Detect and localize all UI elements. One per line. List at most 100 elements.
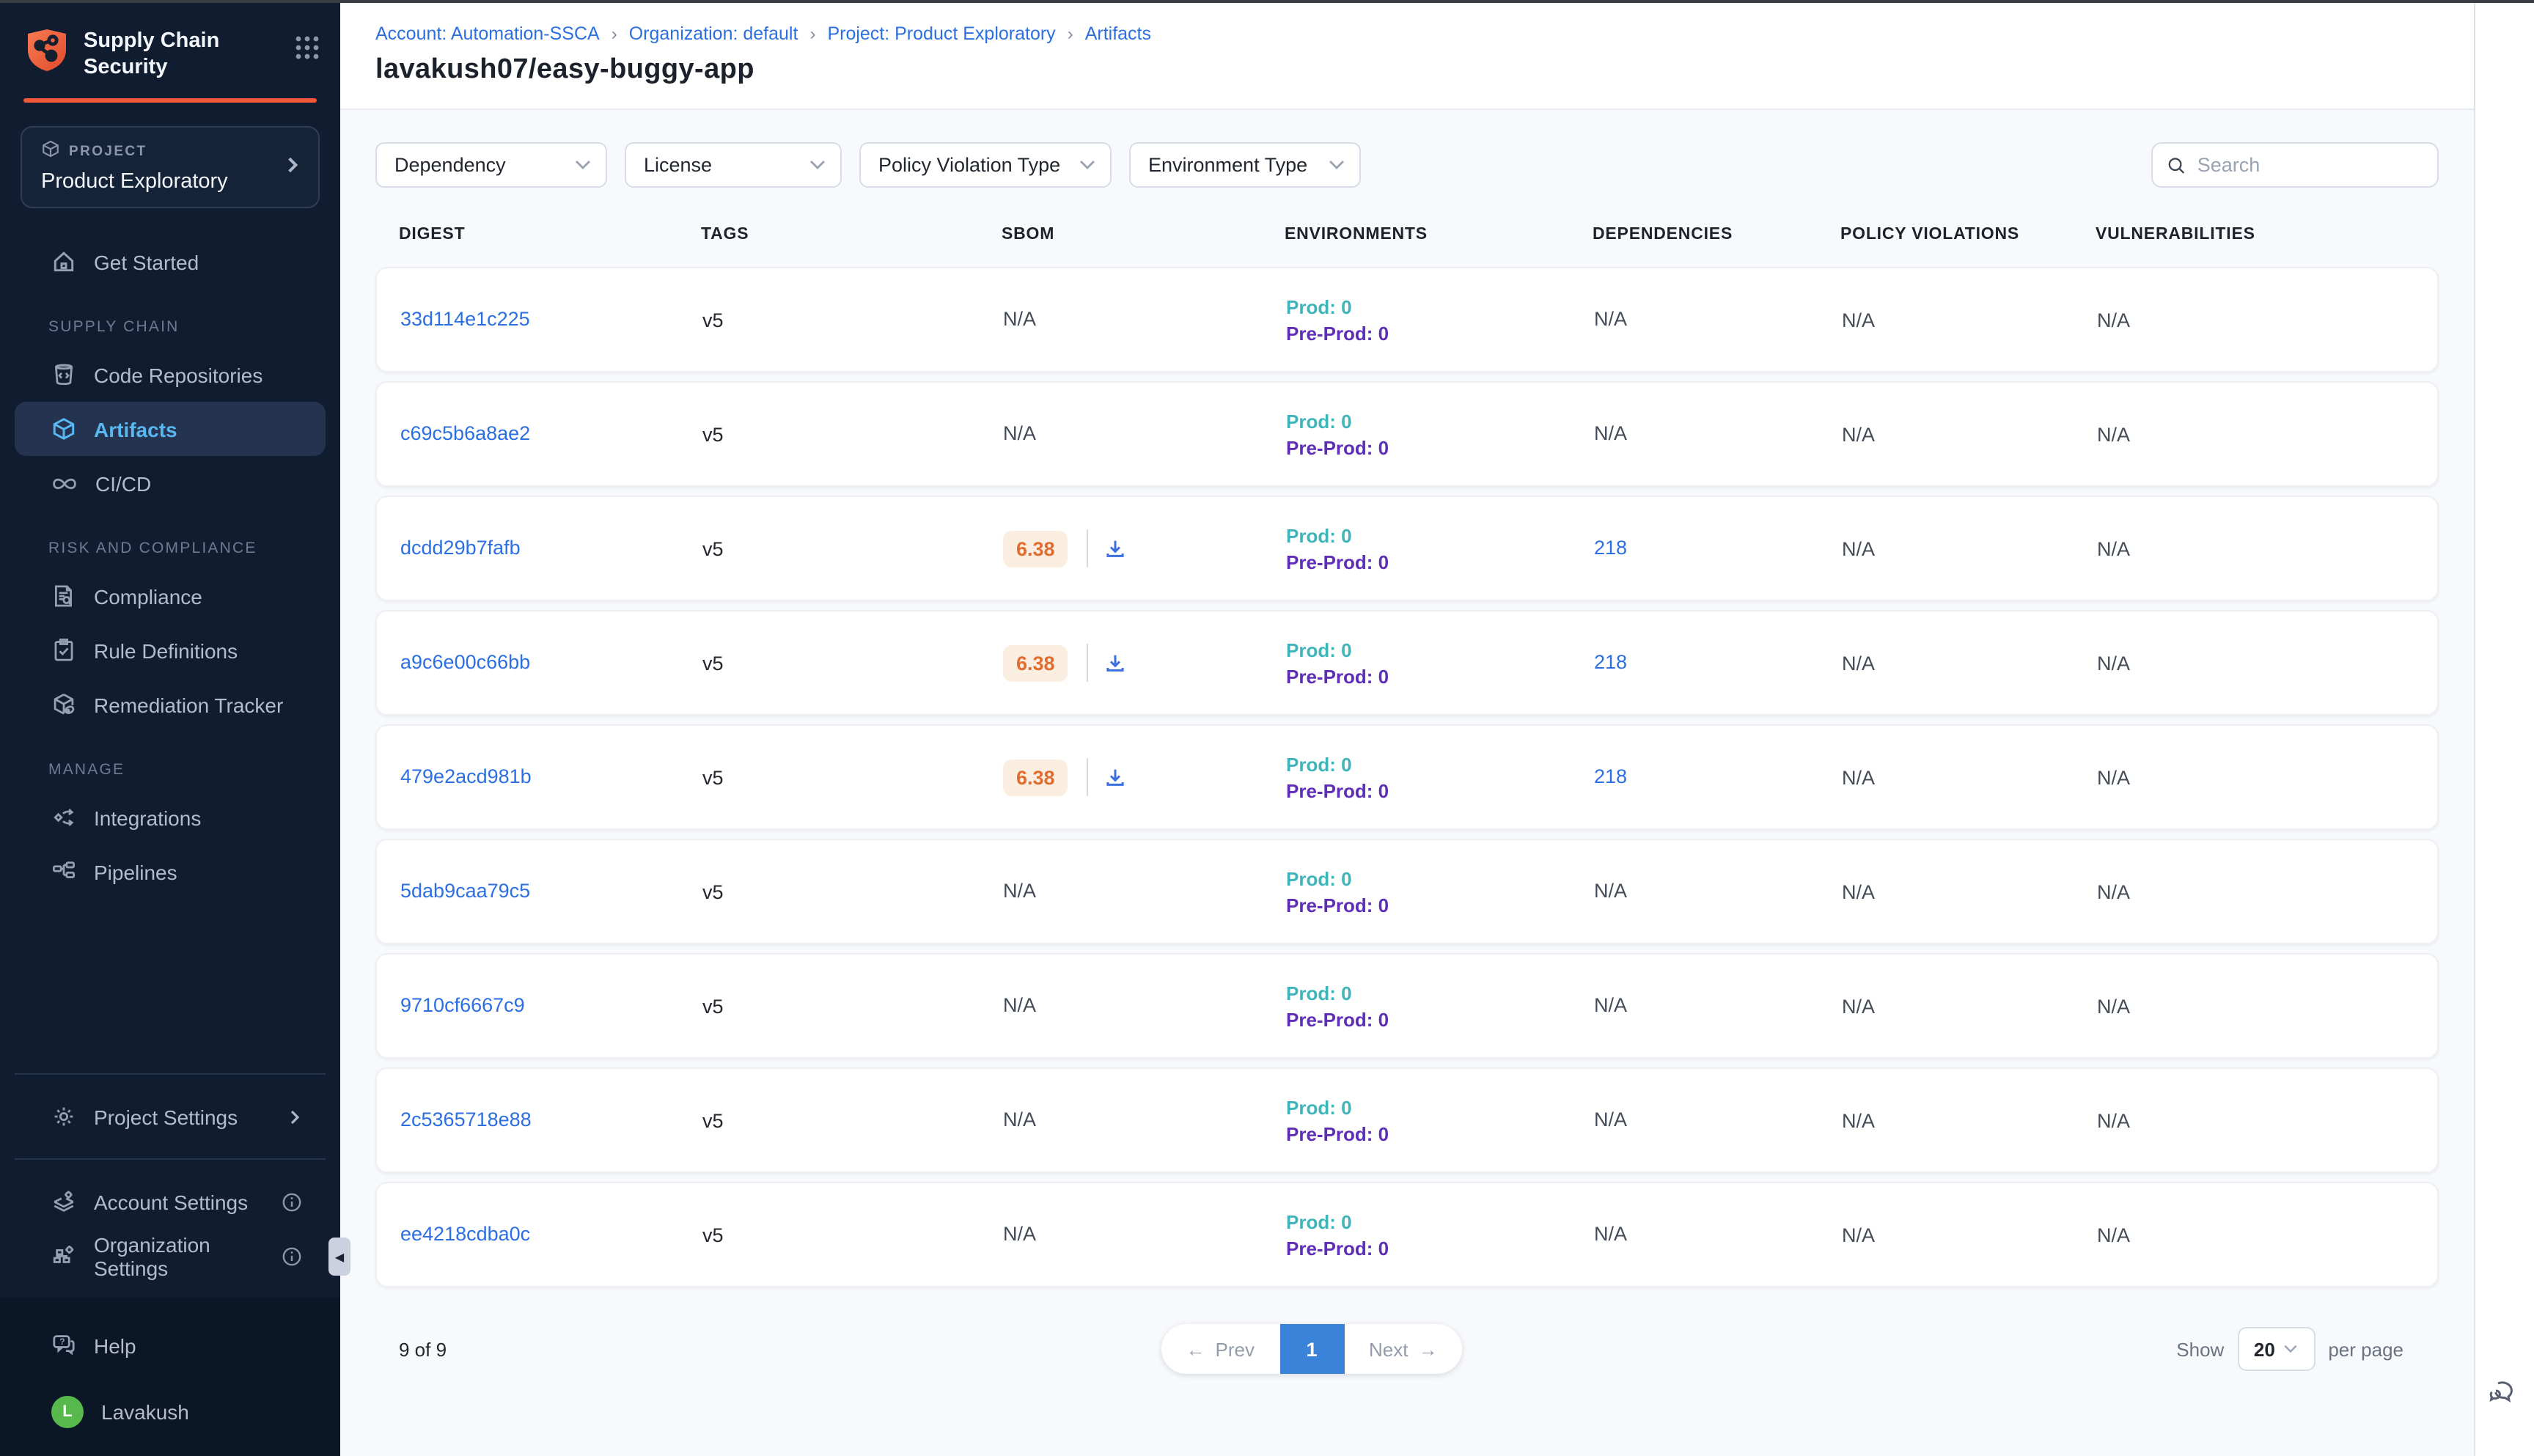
vulnerabilities-na: N/A [2097, 766, 2414, 788]
breadcrumb-project[interactable]: Project: Product Exploratory [827, 23, 1055, 44]
sidebar-item-integrations[interactable]: Integrations [15, 791, 326, 845]
info-icon[interactable] [282, 1246, 302, 1266]
layers-gear-icon [51, 1189, 76, 1214]
page-1-button[interactable]: 1 [1279, 1324, 1344, 1374]
env-preprod: Pre-Prod: 0 [1286, 894, 1594, 916]
sbom-download-icon[interactable] [1105, 537, 1127, 559]
environments-cell: Prod: 0Pre-Prod: 0 [1286, 524, 1594, 573]
page-size-control: Show 20 per page [1462, 1327, 2439, 1371]
environments-cell: Prod: 0Pre-Prod: 0 [1286, 1210, 1594, 1259]
environment-type-filter-dropdown[interactable]: Environment Type [1129, 142, 1361, 188]
digest-link[interactable]: 479e2acd981b [400, 765, 532, 787]
project-selector[interactable]: PROJECT Product Exploratory [21, 127, 320, 209]
digest-link[interactable]: 33d114e1c225 [400, 308, 530, 330]
app-window: Supply Chain Security [0, 0, 2534, 1456]
dependencies-count-link[interactable]: 218 [1594, 537, 1627, 559]
chevron-down-icon [575, 160, 591, 170]
environments-cell: Prod: 0Pre-Prod: 0 [1286, 295, 1594, 344]
digest-link[interactable]: c69c5b6a8ae2 [400, 422, 530, 444]
supply-chain-security-logo-icon [23, 26, 70, 73]
chevron-down-icon [2284, 1345, 2299, 1353]
sbom-download-icon[interactable] [1105, 766, 1127, 788]
col-dependencies: DEPENDENCIES [1593, 226, 1840, 243]
col-tags: TAGS [701, 226, 1002, 243]
user-name: Lavakush [101, 1400, 189, 1423]
env-prod: Prod: 0 [1286, 639, 1594, 661]
dependency-filter-dropdown[interactable]: Dependency [375, 142, 607, 188]
divider [15, 1158, 326, 1160]
sbom-na: N/A [1003, 1108, 1036, 1130]
env-preprod: Pre-Prod: 0 [1286, 1122, 1594, 1144]
env-prod: Prod: 0 [1286, 867, 1594, 889]
sbom-na: N/A [1003, 994, 1036, 1016]
search-icon [2167, 155, 2186, 175]
next-page-button[interactable]: Next → [1344, 1324, 1462, 1374]
env-prod: Prod: 0 [1286, 982, 1594, 1004]
policy-violation-type-filter-dropdown[interactable]: Policy Violation Type [859, 142, 1112, 188]
sidebar-item-project-settings[interactable]: Project Settings [15, 1089, 326, 1144]
page-header: Account: Automation-SSCA › Organization:… [340, 3, 2474, 110]
sidebar-item-code-repositories[interactable]: Code Repositories [15, 348, 326, 402]
breadcrumb-account[interactable]: Account: Automation-SSCA [375, 23, 600, 44]
sidebar-item-remediation-tracker[interactable]: Remediation Tracker [15, 678, 326, 732]
environments-cell: Prod: 0Pre-Prod: 0 [1286, 982, 1594, 1030]
sbom-na: N/A [1003, 308, 1036, 330]
sidebar-collapse-handle[interactable]: ◀ [328, 1238, 350, 1276]
sidebar-item-get-started[interactable]: Get Started [15, 235, 326, 290]
digest-link[interactable]: a9c6e00c66bb [400, 651, 530, 673]
section-supply-chain: SUPPLY CHAIN [48, 319, 340, 337]
policy-violations-na: N/A [1842, 1224, 2097, 1246]
chat-support-icon[interactable] [2486, 1375, 2518, 1415]
vulnerabilities-na: N/A [2097, 537, 2414, 559]
search-input[interactable] [2197, 154, 2423, 176]
digest-link[interactable]: 5dab9caa79c5 [400, 880, 530, 902]
info-icon[interactable] [282, 1191, 302, 1212]
sidebar-item-cicd[interactable]: CI/CD [15, 457, 326, 511]
help-button[interactable]: ? Help [15, 1318, 326, 1372]
vulnerabilities-na: N/A [2097, 880, 2414, 902]
sidebar-item-rule-definitions[interactable]: Rule Definitions [15, 624, 326, 678]
breadcrumb-separator: › [612, 23, 617, 44]
page-size-dropdown[interactable]: 20 [2237, 1327, 2315, 1371]
environments-cell: Prod: 0Pre-Prod: 0 [1286, 410, 1594, 458]
tag-value: v5 [702, 537, 1003, 559]
sidebar-item-pipelines[interactable]: Pipelines [15, 845, 326, 900]
chevron-down-icon [1079, 160, 1095, 170]
digest-link[interactable]: 2c5365718e88 [400, 1108, 532, 1130]
user-menu[interactable]: L Lavakush [15, 1384, 326, 1438]
dependencies-na: N/A [1594, 308, 1627, 330]
sidebar-item-organization-settings[interactable]: Organization Settings [15, 1229, 326, 1283]
breadcrumb-organization[interactable]: Organization: default [629, 23, 798, 44]
table-row: 479e2acd981bv56.38Prod: 0Pre-Prod: 0218N… [375, 724, 2439, 830]
col-sbom: SBOM [1002, 226, 1285, 243]
pipelines-icon [51, 860, 76, 885]
module-switcher-grid-icon[interactable] [295, 35, 320, 67]
dependencies-count-link[interactable]: 218 [1594, 765, 1627, 787]
help-chat-icon: ? [51, 1333, 76, 1358]
brand-accent-rule [23, 99, 317, 103]
dependencies-count-link[interactable]: 218 [1594, 651, 1627, 673]
prev-page-button[interactable]: ← Prev [1161, 1324, 1279, 1374]
vulnerabilities-na: N/A [2097, 1109, 2414, 1131]
sidebar-item-compliance[interactable]: Compliance [15, 570, 326, 624]
code-repo-icon [51, 363, 76, 388]
vulnerabilities-na: N/A [2097, 995, 2414, 1017]
sidebar-header: Supply Chain Security [0, 3, 340, 81]
vulnerabilities-na: N/A [2097, 1224, 2414, 1246]
org-gear-icon [51, 1243, 76, 1268]
sidebar-item-artifacts[interactable]: Artifacts [15, 402, 326, 457]
license-filter-dropdown[interactable]: License [625, 142, 842, 188]
sbom-download-icon[interactable] [1105, 652, 1127, 674]
arrow-left-icon: ← [1186, 1338, 1205, 1360]
project-name: Product Exploratory [41, 171, 304, 194]
digest-link[interactable]: dcdd29b7fafb [400, 537, 521, 559]
breadcrumb-artifacts[interactable]: Artifacts [1085, 23, 1151, 44]
sidebar-item-account-settings[interactable]: Account Settings [15, 1174, 326, 1229]
digest-link[interactable]: ee4218cdba0c [400, 1223, 530, 1245]
divider [15, 1073, 326, 1075]
policy-violations-na: N/A [1842, 537, 2097, 559]
digest-link[interactable]: 9710cf6667c9 [400, 994, 525, 1016]
environments-cell: Prod: 0 Pre-Prod: 0 [1286, 867, 1594, 916]
integrations-icon [51, 806, 76, 831]
dependencies-na: N/A [1594, 1223, 1627, 1245]
